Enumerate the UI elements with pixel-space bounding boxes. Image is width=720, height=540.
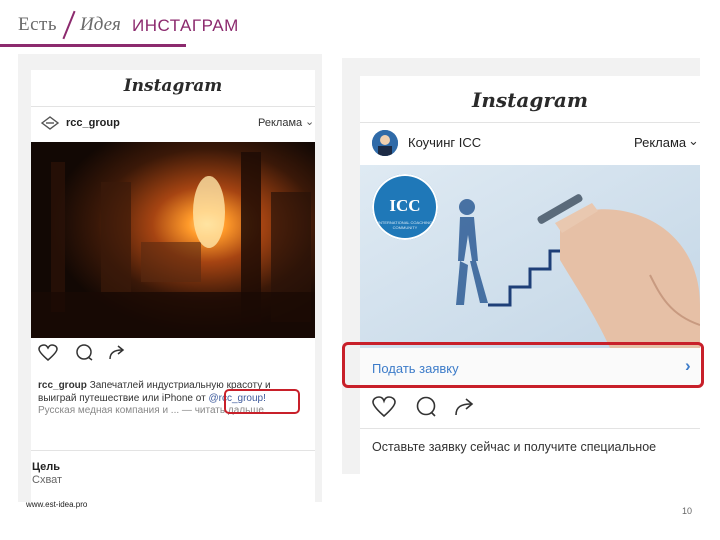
- divider: [31, 106, 315, 107]
- cta-highlight-box: [342, 342, 704, 388]
- logo-text-idea: Идея: [80, 14, 121, 35]
- brand-logo: Есть Идея: [18, 10, 136, 40]
- title-underline: [0, 44, 186, 47]
- sponsored-label[interactable]: Реклама: [634, 135, 686, 150]
- share-icon[interactable]: [455, 398, 474, 416]
- comment-icon[interactable]: [416, 396, 436, 417]
- heart-icon[interactable]: [372, 396, 396, 418]
- chevron-down-icon[interactable]: ⌄: [305, 115, 314, 128]
- instagram-logo-right: Instagram: [472, 88, 588, 112]
- divider: [360, 428, 700, 429]
- cta-label: Цель: [32, 461, 61, 473]
- post-actions-right: [372, 396, 492, 423]
- post-account-name[interactable]: rcc_group: [66, 117, 120, 129]
- heart-icon[interactable]: [38, 344, 58, 361]
- instagram-logo-left: Instagram: [123, 76, 223, 96]
- caption-line-2: выиграй путешествие или iPhone от: [38, 392, 206, 404]
- icc-badge: ICC INTERNATIONAL COACHING COMMUNITY: [372, 174, 438, 240]
- mention-highlight-box: [224, 389, 300, 414]
- logo-slash: [62, 10, 76, 40]
- icc-badge-text: ICC: [389, 196, 421, 215]
- website-url: www.est-idea.pro: [26, 500, 88, 509]
- avatar[interactable]: [372, 130, 398, 156]
- post-image-industrial: [31, 142, 315, 338]
- logo-text-est: Есть: [18, 14, 58, 35]
- page-number: 10: [682, 506, 693, 516]
- caption-account[interactable]: rcc_group: [38, 380, 87, 391]
- share-icon[interactable]: [109, 345, 125, 360]
- cta-sublabel: Схват: [32, 474, 63, 486]
- post-actions-left: [38, 344, 138, 367]
- sponsored-label[interactable]: Реклама: [258, 117, 302, 129]
- comment-icon[interactable]: [76, 344, 93, 361]
- divider: [360, 122, 700, 123]
- page-title: ИНСТАГРАМ: [132, 16, 239, 35]
- post-account-name[interactable]: Коучинг ICC: [408, 135, 481, 150]
- account-logo-icon: [40, 116, 60, 130]
- chevron-down-icon[interactable]: ⌄: [688, 133, 699, 149]
- icc-badge-ring-text: INTERNATIONAL COACHING COMMUNITY: [377, 220, 433, 230]
- post-caption-right: Оставьте заявку сейчас и получите специа…: [372, 440, 657, 454]
- divider: [31, 450, 315, 451]
- post-image-coaching: ICC INTERNATIONAL COACHING COMMUNITY: [360, 165, 700, 348]
